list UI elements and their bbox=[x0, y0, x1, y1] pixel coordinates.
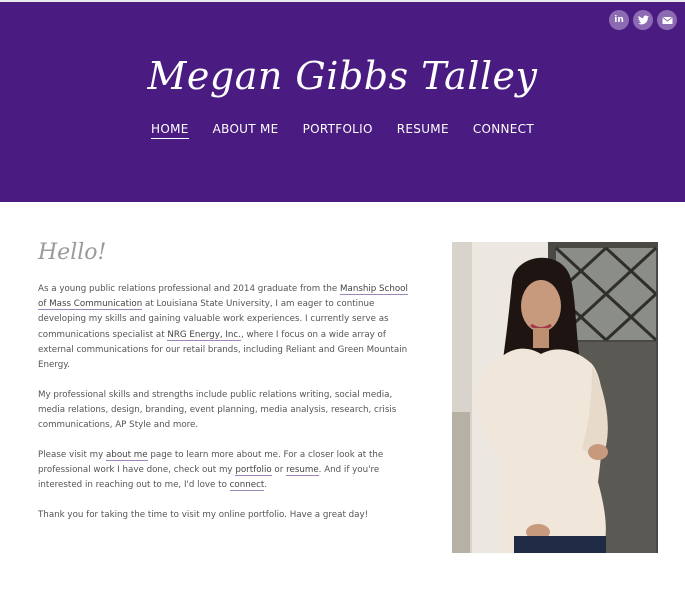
paragraph-skills: My professional skills and strengths inc… bbox=[38, 389, 397, 431]
link-about-me[interactable]: about me bbox=[105, 449, 148, 461]
link-nrg-energy[interactable]: NRG Energy, Inc. bbox=[167, 329, 241, 341]
link-portfolio[interactable]: portfolio bbox=[235, 465, 272, 477]
nav-resume[interactable]: RESUME bbox=[397, 122, 449, 139]
paragraph-links: Please visit my about me page to learn m… bbox=[38, 449, 384, 492]
greeting-heading: Hello! bbox=[38, 240, 107, 265]
twitter-icon[interactable] bbox=[633, 10, 653, 30]
nav-about-me[interactable]: ABOUT ME bbox=[213, 122, 279, 139]
intro-text: As a young public relations professional… bbox=[38, 282, 416, 538]
social-links: in bbox=[609, 10, 677, 30]
nav-connect[interactable]: CONNECT bbox=[473, 122, 534, 139]
link-resume[interactable]: resume bbox=[286, 465, 319, 477]
nav-home[interactable]: HOME bbox=[151, 122, 189, 139]
profile-photo bbox=[452, 242, 658, 553]
main-nav: HOME ABOUT ME PORTFOLIO RESUME CONNECT bbox=[0, 122, 685, 139]
paragraph-thanks: Thank you for taking the time to visit m… bbox=[38, 509, 369, 520]
site-header: in Megan Gibbs Talley HOME ABOUT ME PORT… bbox=[0, 2, 685, 202]
site-title[interactable]: Megan Gibbs Talley bbox=[0, 54, 685, 98]
mail-icon[interactable] bbox=[657, 10, 677, 30]
linkedin-icon[interactable]: in bbox=[609, 10, 629, 30]
paragraph-intro: As a young public relations professional… bbox=[38, 284, 408, 371]
nav-portfolio[interactable]: PORTFOLIO bbox=[303, 122, 373, 139]
link-connect[interactable]: connect bbox=[229, 480, 265, 492]
